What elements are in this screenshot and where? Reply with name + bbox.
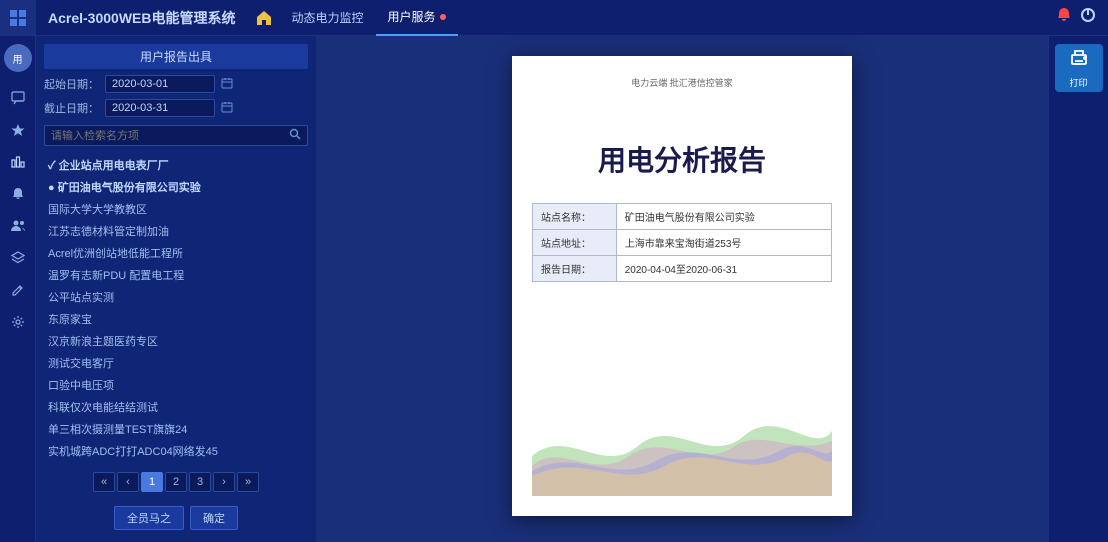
search-icon [289,128,301,143]
nav-item-user-service[interactable]: 用户服务 [376,0,458,36]
start-date-calendar-icon[interactable] [221,77,233,92]
list-item[interactable]: 单三相次摄测量TEST旗旗24 [44,418,308,440]
pagination: « ‹ 1 2 3 › » [44,468,308,496]
table-label: 报告日期： [533,256,617,282]
pagination-page-2[interactable]: 2 [165,472,187,492]
table-row: 报告日期： 2020-04-04至2020-06-31 [533,256,832,282]
end-date-label: 截止日期： [44,100,99,116]
report-table: 站点名称： 矿田油电气股份有限公司实验 站点地址： 上海市靠来宝淘街道253号 … [532,203,832,282]
start-date-row: 起始日期： [44,75,308,93]
table-row: 站点地址： 上海市靠来宝淘街道253号 [533,230,832,256]
print-label: 打印 [1069,76,1087,89]
topbar-title: Acrel-3000WEB电能管理系统 [36,8,248,28]
table-value: 2020-04-04至2020-06-31 [616,256,831,282]
list-item[interactable]: 口验中电压项 [44,374,308,396]
topbar-nav: 动态电力监控 用户服务 [280,0,1057,36]
wave-decoration [532,376,832,496]
end-date-row: 截止日期： [44,99,308,117]
list-item[interactable]: 科联仅次电能结结测试 [44,396,308,418]
print-icon [1068,47,1090,74]
nav-item-monitor[interactable]: 动态电力监控 [280,0,376,36]
pagination-first[interactable]: « [93,472,115,492]
list-item[interactable]: ● 矿田油电气股份有限公司实验 [44,176,308,198]
report-header-text: 电力云端 批汇港信控管家 [532,76,832,89]
start-date-label: 起始日期： [44,76,99,92]
nav-dot [440,14,446,20]
table-value: 矿田油电气股份有限公司实验 [616,204,831,230]
right-panel: 打印 [1048,36,1108,542]
layers-icon-btn[interactable] [4,244,32,272]
end-date-input[interactable] [105,99,215,117]
edit-icon-btn[interactable] [4,276,32,304]
people-icon-btn[interactable] [4,212,32,240]
bell-icon[interactable] [1056,7,1072,28]
avatar[interactable]: 用 [4,44,32,72]
chart-icon-btn[interactable] [4,148,32,176]
topbar: Acrel-3000WEB电能管理系统 动态电力监控 用户服务 [0,0,1108,36]
list-item[interactable]: ✓ 企业站点用电电表厂厂 [44,154,308,176]
topbar-right [1056,7,1108,28]
topbar-logo [0,0,36,36]
table-value: 上海市靠来宝淘街道253号 [616,230,831,256]
pagination-page-1[interactable]: 1 [141,472,163,492]
list-item[interactable]: 东原家宝 [44,308,308,330]
pagination-prev[interactable]: ‹ [117,472,139,492]
home-button[interactable] [248,2,280,34]
report-page: 电力云端 批汇港信控管家 用电分析报告 站点名称： 矿田油电气股份有限公司实验 … [512,56,852,516]
main-layout: 用 用户报告出具 起始日期： [0,36,1108,542]
list-item[interactable]: 汉京新浪主题医药专区 [44,330,308,352]
star-icon-btn[interactable] [4,116,32,144]
chat-icon-btn[interactable] [4,84,32,112]
panel-title: 用户报告出具 [44,44,308,69]
search-box[interactable] [44,125,308,146]
start-date-input[interactable] [105,75,215,93]
pagination-page-3[interactable]: 3 [189,472,211,492]
list-item[interactable]: 温罗有志新PDU 配置电工程 [44,264,308,286]
search-input[interactable] [51,130,289,142]
sidebar-icons: 用 [0,36,36,542]
power-icon[interactable] [1080,7,1096,28]
list-area: ✓ 企业站点用电电表厂厂 ● 矿田油电气股份有限公司实验 国际大学大学教教区 江… [44,154,308,462]
bell-sidebar-icon-btn[interactable] [4,180,32,208]
settings-icon-btn[interactable] [4,308,32,336]
main-content: 电力云端 批汇港信控管家 用电分析报告 站点名称： 矿田油电气股份有限公司实验 … [316,36,1048,542]
bottom-buttons: 全员马之 确定 [44,502,308,534]
left-panel: 用户报告出具 起始日期： 截止日期： ✓ 企业站点用电电表厂厂 ● 矿田油电气股… [36,36,316,542]
table-row: 站点名称： 矿田油电气股份有限公司实验 [533,204,832,230]
list-item[interactable]: 公平站点实测 [44,286,308,308]
list-item[interactable]: 测试交电客厅 [44,352,308,374]
pagination-next[interactable]: › [213,472,235,492]
end-date-calendar-icon[interactable] [221,101,233,116]
pagination-last[interactable]: » [237,472,259,492]
print-button[interactable]: 打印 [1055,44,1103,92]
table-label: 站点地址： [533,230,617,256]
report-title: 用电分析报告 [532,139,832,179]
list-item[interactable]: 江苏志德材料管定制加油 [44,220,308,242]
list-item[interactable]: 实机城跨ADC打打ADC04网络发45 [44,440,308,462]
table-label: 站点名称： [533,204,617,230]
list-item[interactable]: Acrel优洲创站地低能工程所 [44,242,308,264]
cancel-button[interactable]: 全员马之 [114,506,184,530]
confirm-button[interactable]: 确定 [190,506,238,530]
list-item[interactable]: 国际大学大学教教区 [44,198,308,220]
